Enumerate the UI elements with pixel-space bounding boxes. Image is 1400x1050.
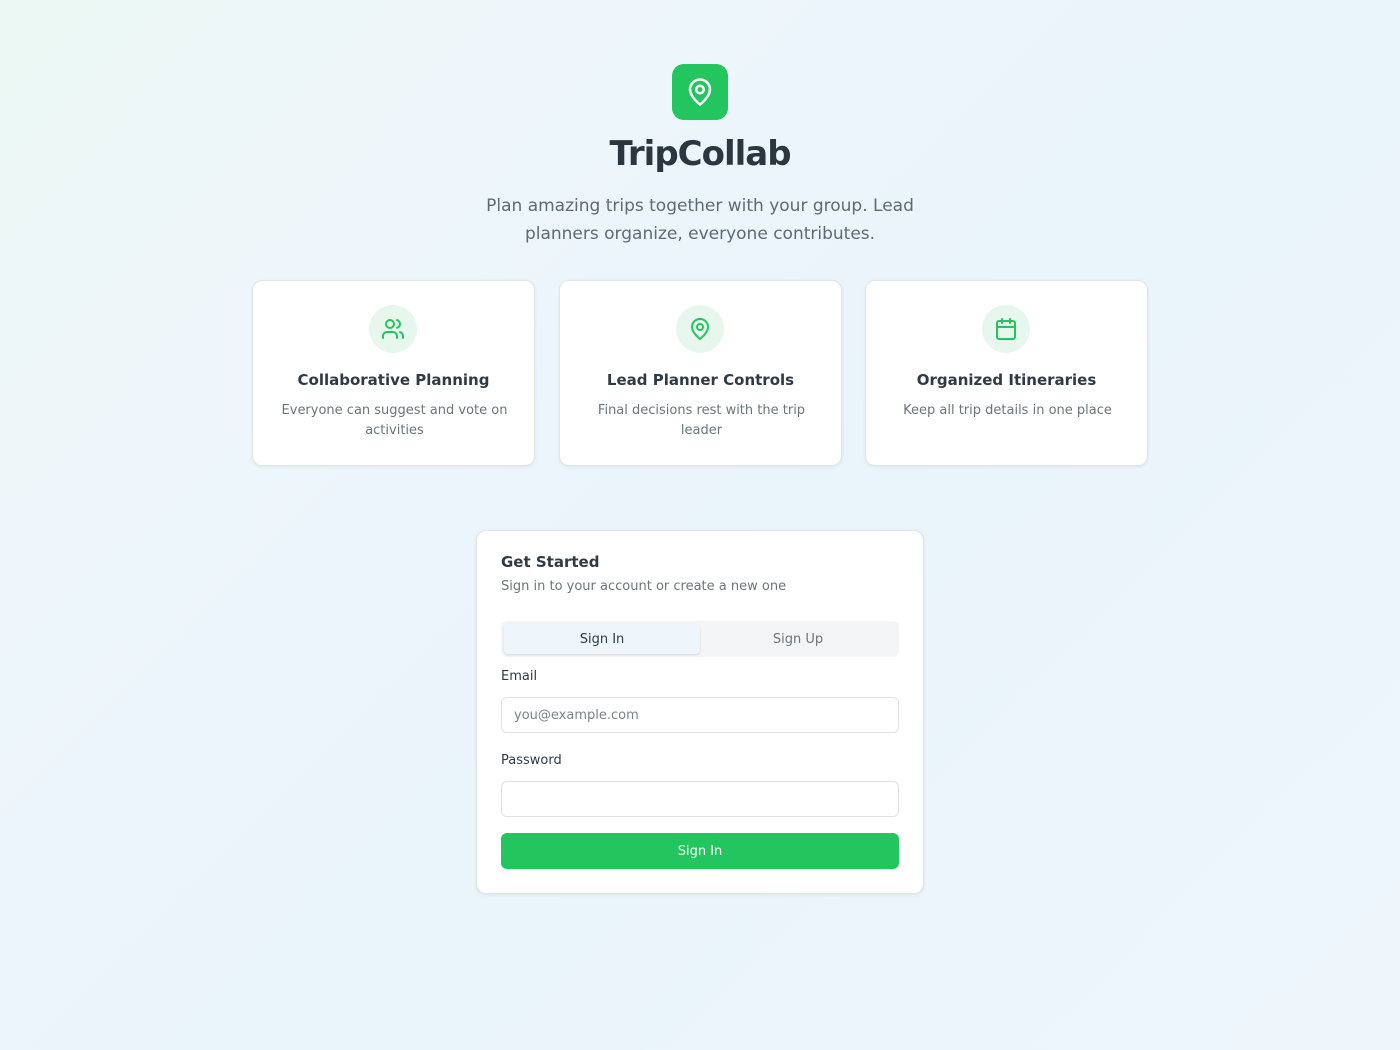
password-label: Password	[501, 753, 562, 768]
feature-icon-badge	[982, 305, 1030, 353]
email-label: Email	[501, 669, 538, 684]
auth-card: Get Started Sign in to your account or c…	[476, 530, 924, 894]
auth-tabs: Sign In Sign Up	[501, 621, 899, 657]
feature-title: Organized Itineraries	[916, 371, 1097, 389]
feature-icon-badge	[676, 305, 724, 353]
tab-sign-up[interactable]: Sign Up	[700, 624, 896, 654]
app-tagline: Plan amazing trips together with your gr…	[486, 196, 914, 244]
map-pin-icon	[691, 318, 709, 340]
app-title: TripCollab	[609, 134, 791, 174]
calendar-icon	[996, 318, 1016, 340]
sign-in-button[interactable]: Sign In	[501, 833, 899, 869]
feature-description: Everyone can suggest and vote on activit…	[281, 403, 508, 438]
feature-card-organized-itineraries: Organized Itineraries Keep all trip deta…	[865, 280, 1148, 466]
feature-description: Final decisions rest with the trip leade…	[597, 403, 806, 438]
feature-card-collaborative-planning: Collaborative Planning Everyone can sugg…	[252, 280, 535, 466]
email-field[interactable]	[501, 697, 899, 733]
feature-title: Lead Planner Controls	[606, 371, 795, 389]
feature-description: Keep all trip details in one place	[903, 403, 1112, 418]
auth-card-title: Get Started	[501, 553, 600, 571]
feature-card-lead-planner-controls: Lead Planner Controls Final decisions re…	[559, 280, 842, 466]
app-logo	[672, 64, 728, 120]
password-field[interactable]	[501, 781, 899, 817]
map-pin-icon	[688, 78, 712, 106]
feature-title: Collaborative Planning	[297, 371, 490, 389]
tab-sign-in[interactable]: Sign In	[504, 624, 700, 654]
feature-icon-badge	[369, 305, 417, 353]
auth-card-subtitle: Sign in to your account or create a new …	[501, 579, 787, 594]
users-icon	[382, 319, 404, 339]
